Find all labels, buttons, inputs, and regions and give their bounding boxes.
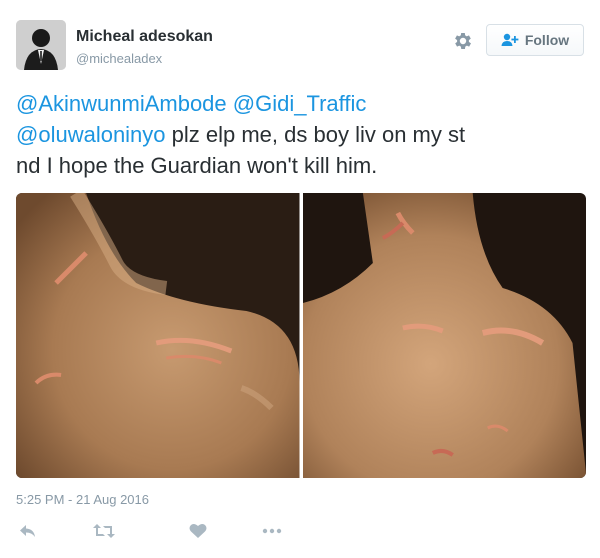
tweet-text: @AkinwunmiAmbode @Gidi_Traffic @oluwaloni… — [16, 88, 586, 181]
heart-icon[interactable] — [186, 520, 210, 542]
follow-button[interactable]: Follow — [486, 24, 584, 56]
mention-link[interactable]: @oluwaloninyo — [16, 122, 166, 147]
more-icon[interactable] — [260, 520, 284, 542]
photo-right[interactable] — [302, 193, 586, 478]
tweet-card: Micheal adesokan @michealadex Follow @Ak… — [0, 0, 600, 558]
avatar[interactable] — [16, 20, 66, 70]
photo-left[interactable] — [16, 193, 300, 478]
retweet-icon[interactable] — [92, 520, 116, 542]
timestamp[interactable]: 5:25 PM - 21 Aug 2016 — [16, 492, 149, 507]
add-user-icon — [501, 33, 519, 47]
follow-label: Follow — [524, 32, 570, 48]
tweet-text-line: nd I hope the Guardian won't kill him. — [16, 153, 378, 178]
author-handle[interactable]: @michealadex — [76, 51, 162, 66]
tweet-text-line: plz elp me, ds boy liv on my st — [165, 122, 466, 147]
author-name[interactable]: Micheal adesokan — [76, 28, 213, 46]
reply-icon[interactable] — [16, 520, 40, 542]
mention-link[interactable]: @Gidi_Traffic — [233, 91, 367, 116]
gear-icon[interactable] — [452, 30, 474, 52]
mention-link[interactable]: @AkinwunmiAmbode — [16, 91, 227, 116]
photo-grid — [16, 193, 586, 478]
